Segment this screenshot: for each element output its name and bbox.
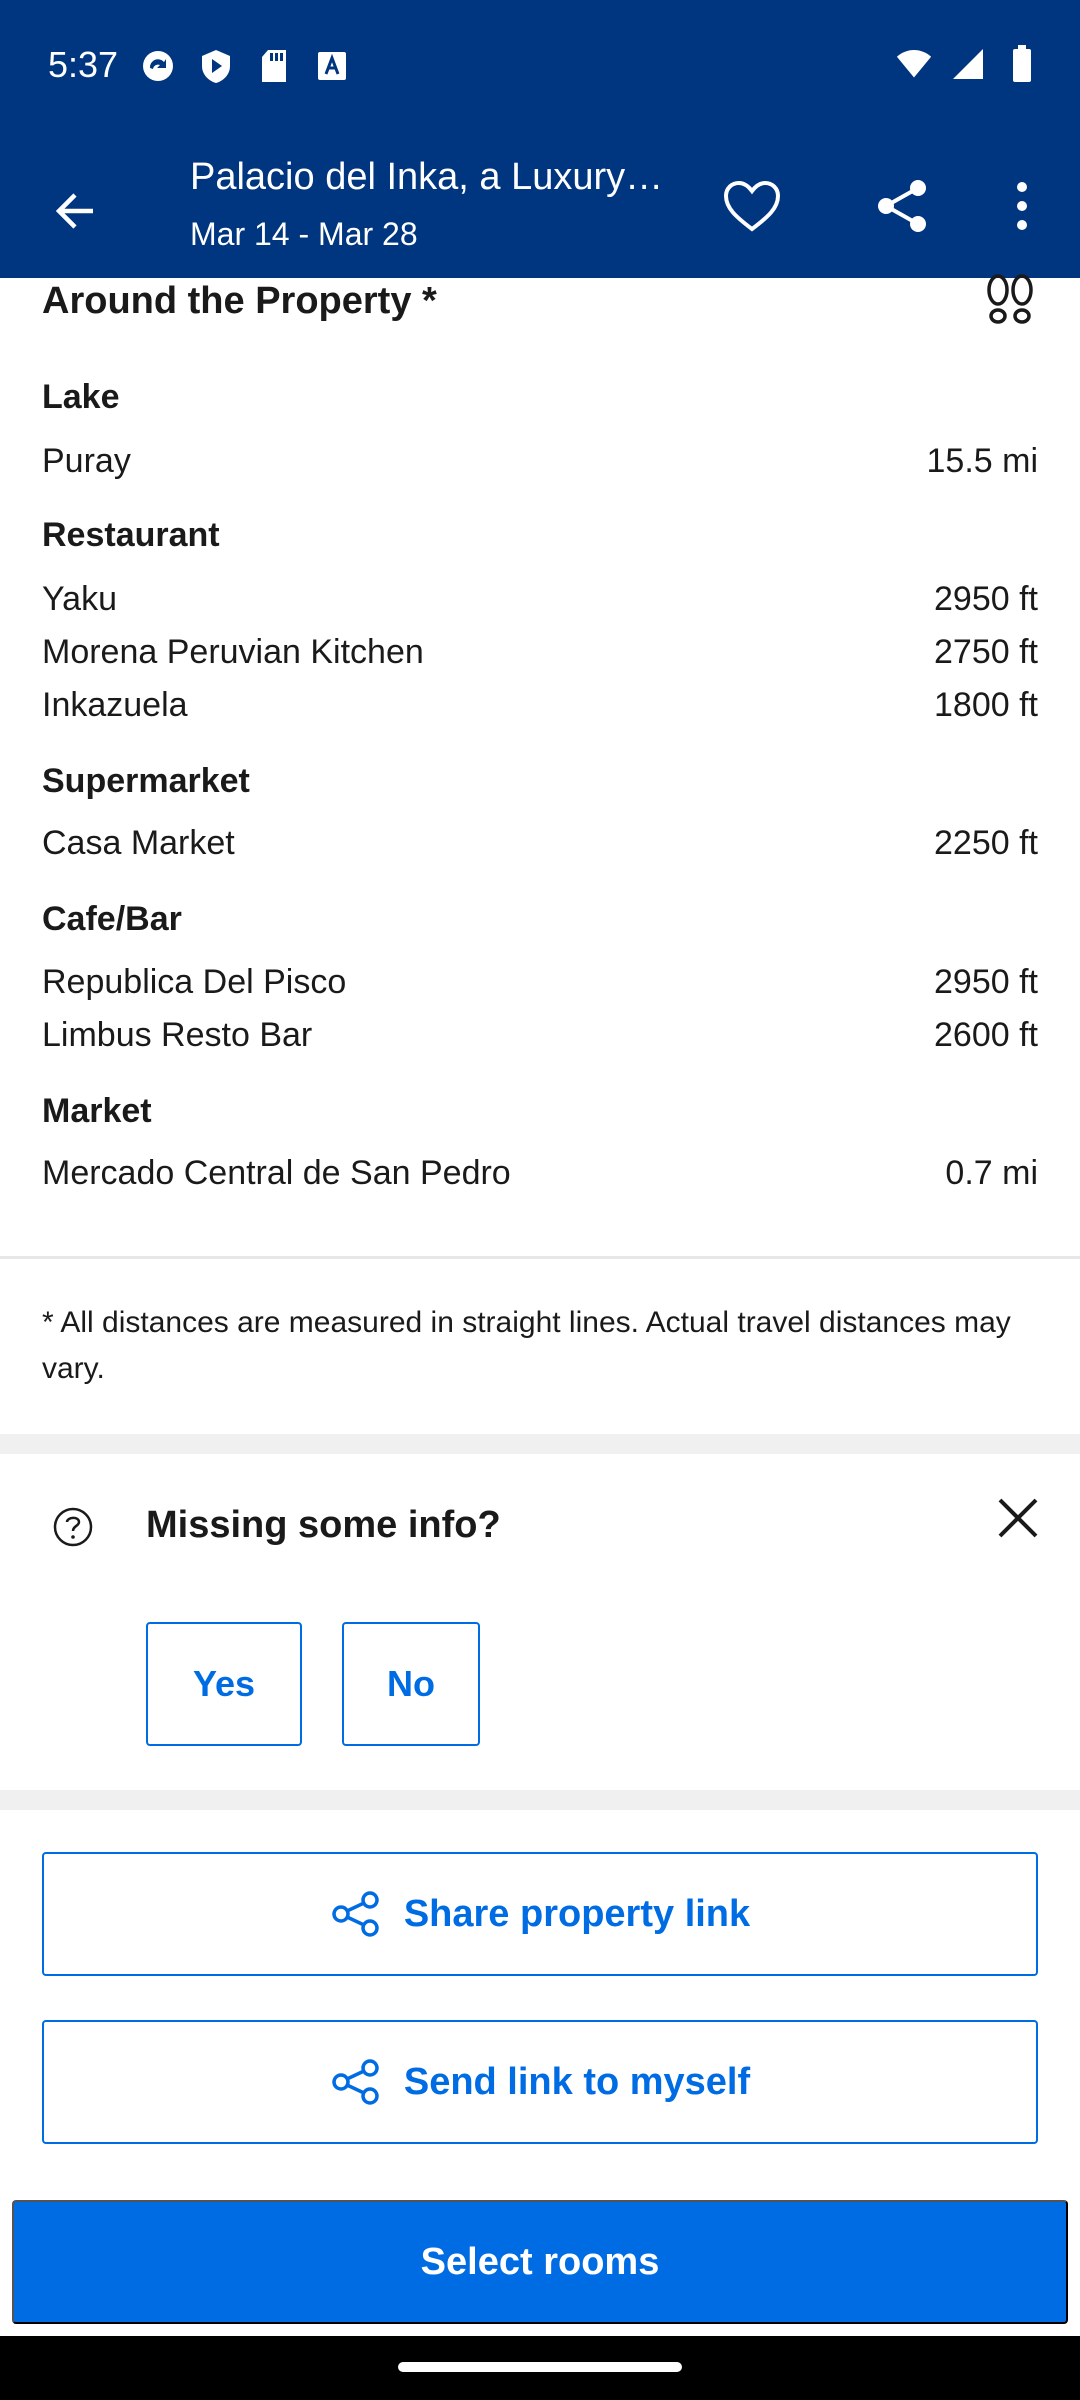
place-distance: 0.7 mi (945, 1154, 1038, 1192)
home-gesture-handle[interactable] (398, 2362, 682, 2372)
system-navigation-bar (0, 2336, 1080, 2400)
category-lake: Lake (42, 378, 120, 416)
list-item: Republica Del Pisco 2950 ft (42, 963, 1038, 1002)
signal-icon (950, 46, 986, 82)
play-shield-icon (198, 48, 234, 84)
place-distance: 2250 ft (934, 824, 1038, 862)
place-name: Limbus Resto Bar (42, 1016, 313, 1054)
app-bar: Palacio del Inka, a Luxury Collection Ho… (0, 136, 1080, 278)
status-time: 5:37 (48, 44, 119, 85)
place-distance: 2600 ft (934, 1016, 1038, 1054)
wifi-icon (896, 46, 932, 82)
stay-dates: Mar 14 - Mar 28 (190, 216, 418, 252)
category-restaurant: Restaurant (42, 516, 220, 554)
place-name: Mercado Central de San Pedro (42, 1154, 511, 1192)
place-name: Yaku (42, 580, 117, 618)
footsteps-icon (987, 274, 1033, 324)
dismiss-button[interactable] (988, 1488, 1048, 1548)
send-link-to-myself-label: Send link to myself (403, 2060, 751, 2103)
share-outline-icon (332, 1891, 379, 1937)
list-item: Puray 15.5 mi (42, 442, 1038, 481)
category-supermarket: Supermarket (42, 762, 250, 800)
section-separator (0, 1434, 1080, 1454)
divider (0, 1256, 1080, 1259)
place-name: Morena Peruvian Kitchen (42, 633, 424, 671)
place-name: Casa Market (42, 824, 235, 862)
sd-card-icon (256, 48, 292, 84)
sync-app-icon (140, 48, 176, 84)
list-item: Morena Peruvian Kitchen 2750 ft (42, 633, 1038, 672)
category-market: Market (42, 1092, 152, 1130)
more-vert-icon (1017, 182, 1027, 230)
missing-info-title: Missing some info? (146, 1504, 501, 1546)
heart-icon (723, 180, 781, 232)
place-distance: 2950 ft (934, 963, 1038, 1001)
distance-disclaimer: * All distances are measured in straight… (42, 1306, 1011, 1385)
close-icon (998, 1498, 1038, 1538)
category-cafe-bar: Cafe/Bar (42, 900, 182, 938)
place-distance: 1800 ft (934, 686, 1038, 724)
arrow-back-icon (55, 193, 93, 229)
system-status-icons (896, 45, 1040, 82)
list-item: Casa Market 2250 ft (42, 824, 1038, 863)
place-distance: 2750 ft (934, 633, 1038, 671)
yes-button[interactable]: Yes (146, 1622, 302, 1746)
share-outline-icon (332, 2059, 379, 2105)
place-name: Republica Del Pisco (42, 963, 347, 1001)
back-button[interactable] (40, 176, 110, 246)
notification-icons (140, 48, 350, 84)
section-separator (0, 1790, 1080, 1810)
hotel-title: Palacio del Inka, a Luxury Collection Ho… (190, 156, 670, 198)
place-name: Puray (42, 442, 131, 480)
screen: 5:37 Palacio del Inka, a Luxury C Mar 14… (0, 0, 1080, 2400)
help-circle-icon (53, 1507, 93, 1547)
share-icon (878, 180, 926, 232)
send-link-to-myself-button[interactable]: Send link to myself (42, 2020, 1038, 2144)
list-item: Limbus Resto Bar 2600 ft (42, 1016, 1038, 1055)
place-name: Inkazuela (42, 686, 188, 724)
more-options-button[interactable] (1000, 170, 1044, 242)
status-bar: 5:37 (0, 0, 1080, 136)
share-property-link-label: Share property link (403, 1892, 751, 1935)
place-distance: 2950 ft (934, 580, 1038, 618)
place-distance: 15.5 mi (926, 442, 1039, 480)
bottom-action-bar: Select rooms (0, 2190, 1080, 2348)
list-item: Yaku 2950 ft (42, 580, 1038, 619)
share-property-link-button[interactable]: Share property link (42, 1852, 1038, 1976)
list-item: Mercado Central de San Pedro 0.7 mi (42, 1154, 1038, 1193)
select-rooms-button[interactable]: Select rooms (12, 2200, 1068, 2324)
no-button[interactable]: No (342, 1622, 480, 1746)
section-title: Around the Property * (42, 280, 437, 322)
save-favorite-button[interactable] (716, 170, 788, 242)
list-item: Inkazuela 1800 ft (42, 686, 1038, 725)
battery-icon (1004, 45, 1040, 82)
share-button[interactable] (866, 170, 938, 242)
font-app-icon (314, 48, 350, 84)
